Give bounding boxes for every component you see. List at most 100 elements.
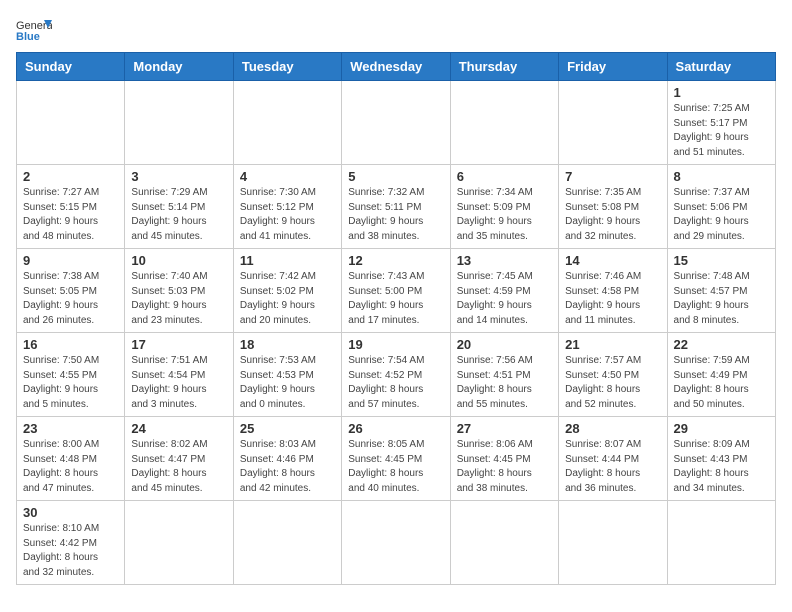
calendar-cell bbox=[559, 81, 667, 165]
calendar-cell: 18Sunrise: 7:53 AM Sunset: 4:53 PM Dayli… bbox=[233, 333, 341, 417]
calendar-cell: 29 Sunrise: 8:09 AM Sunset: 4:43 PM Dayli… bbox=[667, 417, 775, 501]
calendar-cell: 15 Sunrise: 7:48 AM Sunset: 4:57 PM Dayli… bbox=[667, 249, 775, 333]
calendar-cell: 5 Sunrise: 7:32 AM Sunset: 5:11 PM Daylig… bbox=[342, 165, 450, 249]
day-info: Sunrise: 7:59 AM Sunset: 4:49 PM Dayligh… bbox=[674, 354, 769, 412]
day-info: Sunrise: 7:35 AM Sunset: 5:08 PM Dayligh… bbox=[565, 186, 660, 244]
day-info: Sunrise: 7:50 AM Sunset: 4:55 PM Dayligh… bbox=[23, 354, 118, 412]
day-info: Sunrise: 7:34 AM Sunset: 5:09 PM Dayligh… bbox=[457, 186, 552, 244]
day-info: Sunrise: 7:25 AM Sunset: 5:17 PM Dayligh… bbox=[674, 102, 769, 160]
day-info: Sunrise: 7:38 AM Sunset: 5:05 PM Dayligh… bbox=[23, 270, 118, 328]
day-number: 8 bbox=[674, 169, 769, 184]
day-info: Sunrise: 7:46 AM Sunset: 4:58 PM Dayligh… bbox=[565, 270, 660, 328]
weekday-header-wednesday: Wednesday bbox=[342, 53, 450, 81]
calendar-cell: 1 Sunrise: 7:25 AM Sunset: 5:17 PM Daylig… bbox=[667, 81, 775, 165]
calendar-cell: 2Sunrise: 7:27 AM Sunset: 5:15 PM Daylig… bbox=[17, 165, 125, 249]
day-info: Sunrise: 7:51 AM Sunset: 4:54 PM Dayligh… bbox=[131, 354, 226, 412]
calendar-cell: 25 Sunrise: 8:03 AM Sunset: 4:46 PM Dayli… bbox=[233, 417, 341, 501]
calendar-cell: 20Sunrise: 7:56 AM Sunset: 4:51 PM Dayli… bbox=[450, 333, 558, 417]
day-number: 1 bbox=[674, 85, 769, 100]
day-number: 3 bbox=[131, 169, 226, 184]
day-number: 24 bbox=[131, 421, 226, 436]
calendar-week-row: 2Sunrise: 7:27 AM Sunset: 5:15 PM Daylig… bbox=[17, 165, 776, 249]
calendar-cell: 27 Sunrise: 8:06 AM Sunset: 4:45 PM Dayli… bbox=[450, 417, 558, 501]
day-number: 12 bbox=[348, 253, 443, 268]
day-number: 21 bbox=[565, 337, 660, 352]
weekday-header-thursday: Thursday bbox=[450, 53, 558, 81]
day-info: Sunrise: 7:56 AM Sunset: 4:51 PM Dayligh… bbox=[457, 354, 552, 412]
calendar-cell bbox=[342, 81, 450, 165]
calendar-cell: 23 Sunrise: 8:00 AM Sunset: 4:48 PM Dayli… bbox=[17, 417, 125, 501]
calendar-cell: 17 Sunrise: 7:51 AM Sunset: 4:54 PM Dayli… bbox=[125, 333, 233, 417]
day-number: 25 bbox=[240, 421, 335, 436]
calendar-cell: 11 Sunrise: 7:42 AM Sunset: 5:02 PM Dayli… bbox=[233, 249, 341, 333]
calendar-cell: 6 Sunrise: 7:34 AM Sunset: 5:09 PM Daylig… bbox=[450, 165, 558, 249]
calendar-cell: 21 Sunrise: 7:57 AM Sunset: 4:50 PM Dayli… bbox=[559, 333, 667, 417]
calendar-cell bbox=[233, 501, 341, 585]
day-number: 7 bbox=[565, 169, 660, 184]
calendar-week-row: 30 Sunrise: 8:10 AM Sunset: 4:42 PM Dayli… bbox=[17, 501, 776, 585]
day-info: Sunrise: 7:37 AM Sunset: 5:06 PM Dayligh… bbox=[674, 186, 769, 244]
day-info: Sunrise: 7:53 AM Sunset: 4:53 PM Dayligh… bbox=[240, 354, 335, 412]
day-number: 19 bbox=[348, 337, 443, 352]
calendar-cell: 19 Sunrise: 7:54 AM Sunset: 4:52 PM Dayli… bbox=[342, 333, 450, 417]
svg-text:Blue: Blue bbox=[16, 31, 40, 43]
weekday-header-friday: Friday bbox=[559, 53, 667, 81]
day-number: 23 bbox=[23, 421, 118, 436]
day-number: 30 bbox=[23, 505, 118, 520]
calendar-cell: 28 Sunrise: 8:07 AM Sunset: 4:44 PM Dayli… bbox=[559, 417, 667, 501]
day-number: 9 bbox=[23, 253, 118, 268]
day-info: Sunrise: 7:29 AM Sunset: 5:14 PM Dayligh… bbox=[131, 186, 226, 244]
day-number: 6 bbox=[457, 169, 552, 184]
calendar-cell bbox=[667, 501, 775, 585]
calendar-week-row: 1 Sunrise: 7:25 AM Sunset: 5:17 PM Daylig… bbox=[17, 81, 776, 165]
calendar-cell: 13Sunrise: 7:45 AM Sunset: 4:59 PM Dayli… bbox=[450, 249, 558, 333]
calendar-cell: 26 Sunrise: 8:05 AM Sunset: 4:45 PM Dayli… bbox=[342, 417, 450, 501]
day-info: Sunrise: 8:00 AM Sunset: 4:48 PM Dayligh… bbox=[23, 438, 118, 496]
logo: General Blue bbox=[16, 16, 52, 44]
day-info: Sunrise: 7:43 AM Sunset: 5:00 PM Dayligh… bbox=[348, 270, 443, 328]
day-number: 29 bbox=[674, 421, 769, 436]
calendar-cell: 9 Sunrise: 7:38 AM Sunset: 5:05 PM Daylig… bbox=[17, 249, 125, 333]
day-number: 16 bbox=[23, 337, 118, 352]
day-number: 27 bbox=[457, 421, 552, 436]
weekday-header-saturday: Saturday bbox=[667, 53, 775, 81]
calendar-table: SundayMondayTuesdayWednesdayThursdayFrid… bbox=[16, 52, 776, 585]
day-number: 17 bbox=[131, 337, 226, 352]
weekday-header-row: SundayMondayTuesdayWednesdayThursdayFrid… bbox=[17, 53, 776, 81]
calendar-week-row: 23 Sunrise: 8:00 AM Sunset: 4:48 PM Dayli… bbox=[17, 417, 776, 501]
calendar-cell: 12 Sunrise: 7:43 AM Sunset: 5:00 PM Dayli… bbox=[342, 249, 450, 333]
calendar-cell bbox=[342, 501, 450, 585]
day-info: Sunrise: 7:57 AM Sunset: 4:50 PM Dayligh… bbox=[565, 354, 660, 412]
day-info: Sunrise: 8:10 AM Sunset: 4:42 PM Dayligh… bbox=[23, 522, 118, 580]
day-info: Sunrise: 7:32 AM Sunset: 5:11 PM Dayligh… bbox=[348, 186, 443, 244]
day-info: Sunrise: 8:03 AM Sunset: 4:46 PM Dayligh… bbox=[240, 438, 335, 496]
day-info: Sunrise: 7:54 AM Sunset: 4:52 PM Dayligh… bbox=[348, 354, 443, 412]
day-number: 26 bbox=[348, 421, 443, 436]
day-number: 4 bbox=[240, 169, 335, 184]
day-info: Sunrise: 7:30 AM Sunset: 5:12 PM Dayligh… bbox=[240, 186, 335, 244]
calendar-cell bbox=[450, 81, 558, 165]
calendar-cell: 30 Sunrise: 8:10 AM Sunset: 4:42 PM Dayli… bbox=[17, 501, 125, 585]
day-number: 14 bbox=[565, 253, 660, 268]
generalblue-logo-icon: General Blue bbox=[16, 16, 52, 44]
calendar-week-row: 9 Sunrise: 7:38 AM Sunset: 5:05 PM Daylig… bbox=[17, 249, 776, 333]
day-number: 15 bbox=[674, 253, 769, 268]
calendar-cell: 22Sunrise: 7:59 AM Sunset: 4:49 PM Dayli… bbox=[667, 333, 775, 417]
calendar-cell: 8 Sunrise: 7:37 AM Sunset: 5:06 PM Daylig… bbox=[667, 165, 775, 249]
calendar-cell bbox=[450, 501, 558, 585]
day-number: 11 bbox=[240, 253, 335, 268]
day-info: Sunrise: 8:05 AM Sunset: 4:45 PM Dayligh… bbox=[348, 438, 443, 496]
calendar-cell: 3 Sunrise: 7:29 AM Sunset: 5:14 PM Daylig… bbox=[125, 165, 233, 249]
day-info: Sunrise: 7:27 AM Sunset: 5:15 PM Dayligh… bbox=[23, 186, 118, 244]
weekday-header-monday: Monday bbox=[125, 53, 233, 81]
day-info: Sunrise: 7:42 AM Sunset: 5:02 PM Dayligh… bbox=[240, 270, 335, 328]
day-number: 28 bbox=[565, 421, 660, 436]
day-info: Sunrise: 8:07 AM Sunset: 4:44 PM Dayligh… bbox=[565, 438, 660, 496]
day-number: 13 bbox=[457, 253, 552, 268]
day-number: 5 bbox=[348, 169, 443, 184]
day-info: Sunrise: 8:09 AM Sunset: 4:43 PM Dayligh… bbox=[674, 438, 769, 496]
weekday-header-tuesday: Tuesday bbox=[233, 53, 341, 81]
day-info: Sunrise: 7:48 AM Sunset: 4:57 PM Dayligh… bbox=[674, 270, 769, 328]
calendar-cell bbox=[125, 81, 233, 165]
day-info: Sunrise: 8:06 AM Sunset: 4:45 PM Dayligh… bbox=[457, 438, 552, 496]
